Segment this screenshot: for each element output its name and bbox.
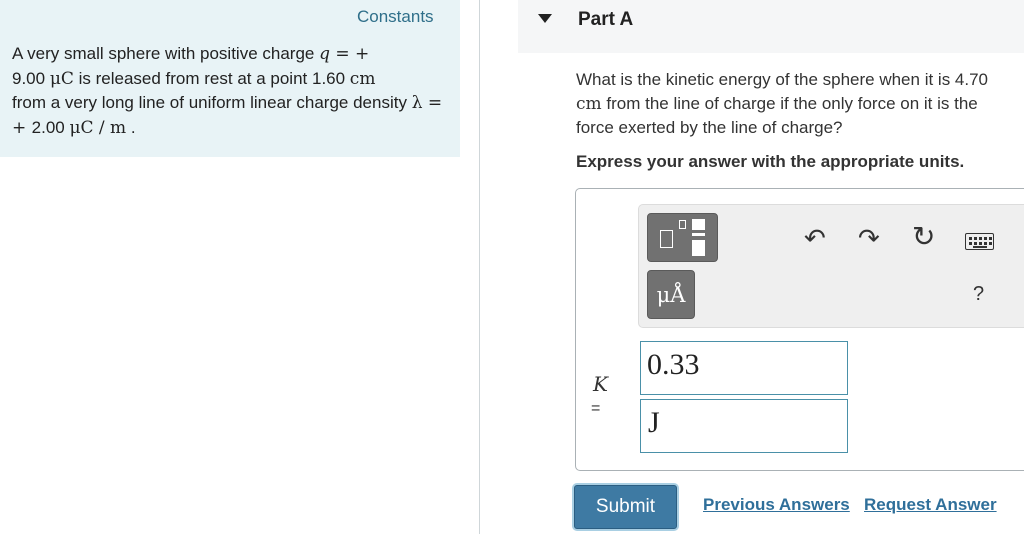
answer-unit-field[interactable]: J xyxy=(640,399,848,453)
question-line: from the line of charge if the only forc… xyxy=(601,93,978,113)
lambda-unit: μC / m xyxy=(69,117,127,138)
charge-value: 9.00 xyxy=(12,68,50,88)
problem-panel: Constants A very small sphere with posit… xyxy=(0,0,460,157)
answer-variable: K xyxy=(593,372,608,396)
lambda-variable: λ xyxy=(411,93,423,113)
constants-link[interactable]: Constants xyxy=(357,7,434,27)
lambda-value: 2.00 xyxy=(31,117,70,137)
page: Constants A very small sphere with posit… xyxy=(0,0,1024,534)
problem-text-part: is released from rest at a point 1.60 xyxy=(73,68,350,88)
redo-icon[interactable]: ↷ xyxy=(858,225,880,251)
part-title[interactable]: Part A xyxy=(578,9,633,31)
answer-value-field[interactable]: 0.33 xyxy=(640,341,848,395)
answer-equals: = xyxy=(591,400,601,417)
keyboard-icon[interactable] xyxy=(965,233,994,250)
problem-text-part: . xyxy=(126,117,136,137)
question-line: What is the kinetic energy of the sphere… xyxy=(576,70,989,89)
equals-sign: = + xyxy=(329,44,370,64)
instruction-text: Express your answer with the appropriate… xyxy=(576,152,965,171)
problem-text-part: from a very long line of uniform linear … xyxy=(12,93,412,112)
previous-answers-link[interactable]: Previous Answers xyxy=(703,495,850,515)
help-button[interactable]: ? xyxy=(973,284,984,304)
question-line: force exerted by the line of charge? xyxy=(576,118,843,137)
question-text: What is the kinetic energy of the sphere… xyxy=(576,68,1024,140)
charge-variable: q xyxy=(319,44,330,64)
submit-button[interactable]: Submit xyxy=(574,485,677,529)
caret-down-icon[interactable] xyxy=(538,14,552,23)
charge-unit: μC xyxy=(49,68,74,89)
panel-divider xyxy=(479,0,480,534)
templates-button[interactable] xyxy=(647,213,718,262)
request-answer-link[interactable]: Request Answer xyxy=(864,495,997,515)
units-button[interactable]: μÅ xyxy=(647,270,695,319)
reset-icon[interactable]: ↻ xyxy=(912,223,935,251)
undo-icon[interactable]: ↶ xyxy=(804,225,826,251)
distance-unit: cm xyxy=(349,68,376,89)
problem-text-part: A very small sphere with positive charge xyxy=(12,44,320,63)
problem-text: A very small sphere with positive charge… xyxy=(12,42,452,140)
distance-unit: cm xyxy=(576,93,602,114)
